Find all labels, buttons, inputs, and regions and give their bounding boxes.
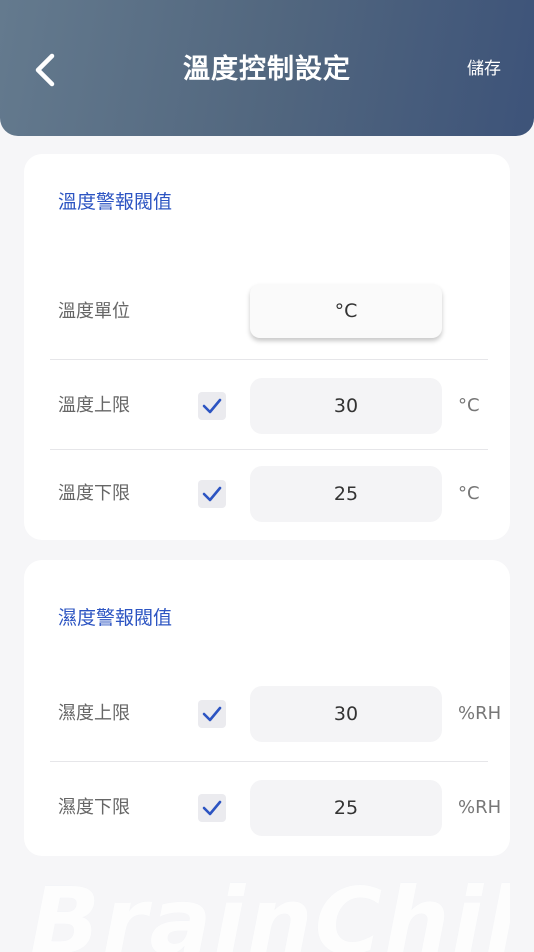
humidity-lower-checkbox[interactable] [198, 794, 226, 822]
app-header: 溫度控制設定 儲存 [0, 0, 534, 136]
humidity-upper-checkbox[interactable] [198, 700, 226, 728]
humidity-upper-row: 濕度上限 30 %RH [50, 684, 501, 744]
temperature-upper-input[interactable]: 30 [250, 378, 442, 434]
divider [50, 761, 488, 762]
checkmark-icon [202, 706, 222, 722]
humidity-alarm-card: 濕度警報閥值 濕度上限 30 %RH 濕度下限 25 %RH [24, 560, 510, 856]
temperature-upper-row: 溫度上限 30 °C [50, 376, 488, 436]
humidity-lower-unit: %RH [458, 797, 502, 818]
humidity-lower-row: 濕度下限 25 %RH [50, 778, 501, 838]
brand-watermark-logo: BrainChild [30, 872, 510, 952]
checkmark-icon [202, 486, 222, 502]
temperature-upper-unit: °C [458, 395, 480, 416]
divider [50, 359, 488, 360]
temperature-lower-row: 溫度下限 25 °C [50, 464, 488, 524]
temperature-lower-input[interactable]: 25 [250, 466, 442, 522]
humidity-upper-unit: %RH [458, 703, 502, 724]
temperature-alarm-card: 溫度警報閥值 溫度單位 °C 溫度上限 30 °C 溫度下限 25 °C [24, 154, 510, 540]
temperature-lower-label: 溫度下限 [58, 483, 130, 504]
humidity-upper-input[interactable]: 30 [250, 686, 442, 742]
temperature-lower-checkbox[interactable] [198, 480, 226, 508]
humidity-section-title: 濕度警報閥值 [58, 607, 173, 629]
back-button[interactable] [30, 50, 64, 90]
temperature-lower-unit: °C [458, 483, 480, 504]
temperature-section-title: 溫度警報閥值 [58, 191, 173, 213]
temperature-unit-label: 溫度單位 [58, 301, 130, 322]
save-button[interactable]: 儲存 [467, 56, 501, 82]
checkmark-icon [202, 800, 222, 816]
temperature-upper-label: 溫度上限 [58, 395, 130, 416]
divider [50, 449, 488, 450]
temperature-unit-select[interactable]: °C [250, 284, 442, 338]
humidity-upper-label: 濕度上限 [58, 703, 130, 724]
temperature-unit-row: 溫度單位 °C [50, 282, 488, 342]
humidity-lower-input[interactable]: 25 [250, 780, 442, 836]
chevron-left-icon [35, 53, 55, 87]
humidity-lower-label: 濕度下限 [58, 797, 130, 818]
page-title: 溫度控制設定 [183, 54, 351, 85]
temperature-upper-checkbox[interactable] [198, 392, 226, 420]
checkmark-icon [202, 398, 222, 414]
